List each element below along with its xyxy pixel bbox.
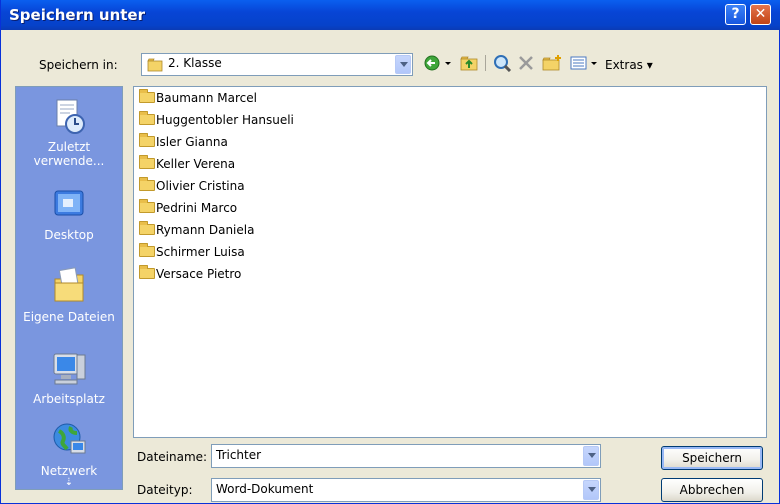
filename-value: Trichter	[216, 448, 262, 462]
folder-name: Huggentobler Hansueli	[156, 113, 294, 127]
network-icon	[53, 423, 86, 454]
chevron-down-icon[interactable]	[583, 480, 599, 500]
place-my-documents[interactable]: Eigene Dateien	[16, 263, 122, 324]
scroll-more-icon[interactable]: ⇣	[16, 478, 122, 488]
chevron-down-icon[interactable]	[395, 55, 411, 74]
place-label: Desktop	[44, 228, 94, 242]
extras-menu[interactable]: Extras ▾	[605, 58, 653, 72]
save-in-value: 2. Klasse	[168, 56, 222, 70]
save-in-combobox[interactable]: 2. Klasse	[141, 53, 413, 76]
close-button[interactable]: ✕	[750, 4, 771, 25]
chevron-down-icon[interactable]	[583, 446, 599, 466]
list-item[interactable]: Schirmer Luisa	[139, 243, 245, 265]
list-item[interactable]: Isler Gianna	[139, 133, 228, 155]
help-button[interactable]: ?	[725, 4, 746, 25]
place-label: Arbeitsplatz	[33, 392, 105, 406]
place-label: Netzwerk	[40, 464, 98, 478]
caret-down-icon: ▾	[642, 58, 653, 72]
filename-input[interactable]: Trichter	[211, 444, 601, 468]
filetype-value: Word-Dokument	[216, 482, 314, 496]
views-icon[interactable]	[569, 54, 601, 72]
place-desktop[interactable]: Desktop	[16, 185, 122, 242]
my-documents-icon	[54, 267, 84, 302]
folder-icon	[139, 221, 155, 235]
back-icon[interactable]	[423, 54, 457, 72]
place-label: Eigene Dateien	[23, 310, 115, 324]
title-bar[interactable]: Speichern unter ? ✕	[1, 0, 780, 30]
save-in-label: Speichern in:	[39, 58, 118, 72]
place-network[interactable]: Netzwerk ⇣	[16, 421, 122, 488]
folder-name: Pedrini Marco	[156, 201, 238, 215]
folder-name: Baumann Marcel	[156, 91, 257, 105]
list-item[interactable]: Keller Verena	[139, 155, 236, 177]
recent-documents-icon	[56, 99, 85, 134]
list-item[interactable]: Rymann Daniela	[139, 221, 255, 243]
extras-label: Extras	[605, 58, 643, 72]
folder-name: Olivier Cristina	[156, 179, 245, 193]
place-recent[interactable]: Zuletzt verwende...	[16, 97, 122, 168]
folder-name: Isler Gianna	[156, 135, 228, 149]
folder-icon	[139, 155, 155, 169]
folder-icon	[139, 89, 155, 103]
folder-icon	[139, 177, 155, 191]
save-button[interactable]: Speichern	[661, 446, 763, 470]
delete-icon[interactable]	[517, 54, 535, 72]
places-bar: Zuletzt verwende... Desktop Eigene Datei…	[15, 86, 123, 490]
list-item[interactable]: Versace Pietro	[139, 265, 242, 287]
up-one-level-icon[interactable]	[459, 54, 481, 72]
search-web-icon[interactable]	[493, 54, 513, 72]
folder-icon	[139, 265, 155, 279]
filetype-select[interactable]: Word-Dokument	[211, 478, 601, 502]
folder-icon	[139, 133, 155, 147]
list-item[interactable]: Olivier Cristina	[139, 177, 245, 199]
folder-name: Versace Pietro	[156, 267, 242, 281]
toolbar-separator	[485, 55, 486, 71]
new-folder-icon[interactable]	[541, 54, 563, 72]
folder-icon	[139, 111, 155, 125]
file-list[interactable]: Baumann Marcel Huggentobler Hansueli Isl…	[133, 86, 767, 438]
folder-name: Keller Verena	[156, 157, 236, 171]
folder-icon	[139, 243, 155, 257]
cancel-button[interactable]: Abbrechen	[661, 478, 763, 502]
folder-name: Rymann Daniela	[156, 223, 255, 237]
filetype-label: Dateityp:	[137, 483, 193, 497]
list-item[interactable]: Baumann Marcel	[139, 89, 257, 111]
folder-name: Schirmer Luisa	[156, 245, 245, 259]
list-item[interactable]: Pedrini Marco	[139, 199, 238, 221]
my-computer-icon	[53, 353, 86, 385]
folder-icon	[139, 199, 155, 213]
filename-label: Dateiname:	[137, 450, 208, 464]
desktop-icon	[54, 190, 84, 216]
folder-icon	[147, 58, 163, 72]
place-my-computer[interactable]: Arbeitsplatz	[16, 349, 122, 406]
list-item[interactable]: Huggentobler Hansueli	[139, 111, 294, 133]
save-as-dialog: Speichern unter ? ✕ Speichern in: 2. Kla…	[0, 0, 780, 504]
place-label: Zuletzt verwende...	[33, 140, 105, 168]
dialog-title: Speichern unter	[9, 6, 145, 24]
